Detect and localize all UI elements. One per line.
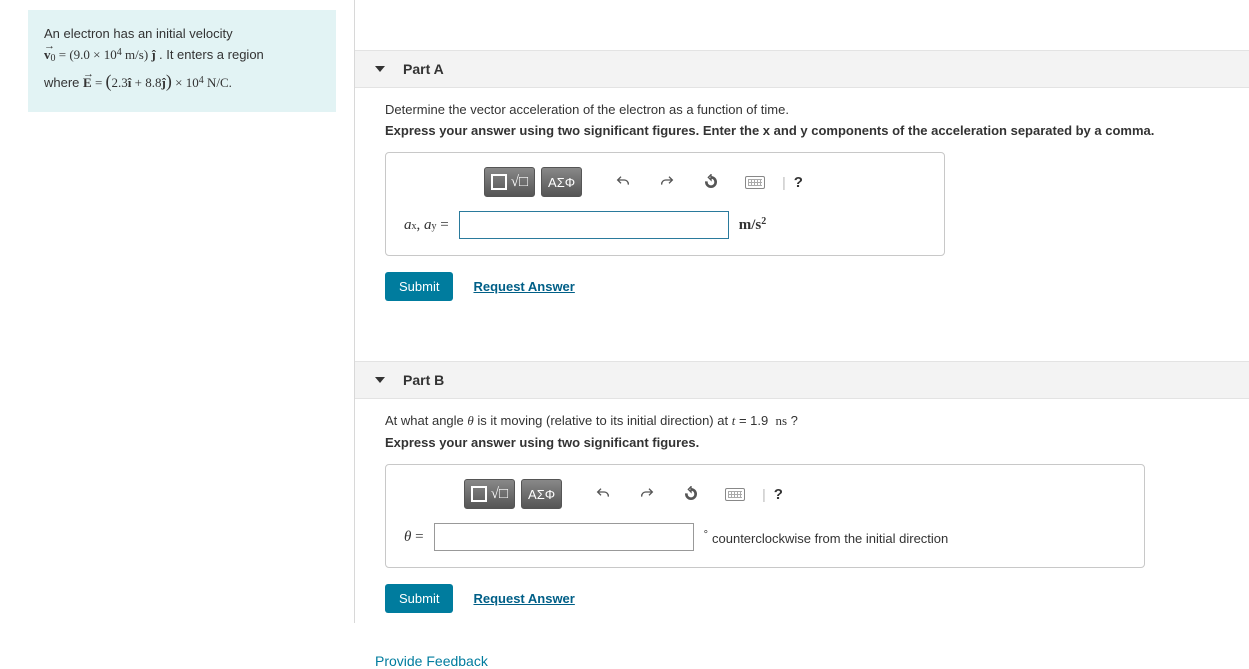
part-a-header[interactable]: Part A — [355, 50, 1249, 88]
part-b-body: At what angle θ is it moving (relative t… — [355, 399, 1249, 623]
keyboard-button[interactable] — [736, 168, 774, 196]
caret-down-icon — [375, 377, 385, 383]
part-b-eq-label: θ = — [404, 529, 424, 546]
part-a-eq-label: ax, ay = — [404, 217, 449, 234]
toolbar-separator: | — [760, 486, 768, 502]
part-b-instruction: Express your answer using two significan… — [385, 435, 1219, 450]
problem-line1: An electron has an initial velocity — [44, 26, 233, 41]
part-a-submit-button[interactable]: Submit — [385, 272, 453, 301]
keyboard-button[interactable] — [716, 480, 754, 508]
part-a-unit: m/s2 — [739, 216, 767, 234]
greek-button[interactable]: ΑΣΦ — [521, 479, 562, 509]
keyboard-icon — [745, 176, 765, 189]
greek-button[interactable]: ΑΣΦ — [541, 167, 582, 197]
reset-button[interactable] — [692, 168, 730, 196]
part-a-request-answer-link[interactable]: Request Answer — [473, 279, 574, 294]
redo-button[interactable] — [648, 168, 686, 196]
part-b-unit: °counterclockwise from the initial direc… — [704, 529, 949, 546]
reset-button[interactable] — [672, 480, 710, 508]
part-a-title: Part A — [403, 61, 444, 77]
part-b-title: Part B — [403, 372, 444, 388]
redo-button[interactable] — [628, 480, 666, 508]
toolbar-separator: | — [780, 174, 788, 190]
part-b-toolbar: √□ ΑΣΦ | ? — [404, 479, 1126, 509]
undo-button[interactable] — [584, 480, 622, 508]
part-b-request-answer-link[interactable]: Request Answer — [473, 591, 574, 606]
undo-icon — [615, 174, 631, 190]
toolbar-help-button[interactable]: ? — [774, 486, 783, 503]
templates-button[interactable]: √□ — [484, 167, 535, 197]
part-b-answer-input[interactable] — [434, 523, 694, 551]
part-b-header[interactable]: Part B — [355, 361, 1249, 399]
part-a-instruction: Express your answer using two significan… — [385, 123, 1219, 138]
part-a-toolbar: √□ ΑΣΦ | ? — [404, 167, 926, 197]
undo-icon — [595, 486, 611, 502]
part-b-prompt: At what angle θ is it moving (relative t… — [385, 413, 1219, 429]
part-b-answer-box: √□ ΑΣΦ | ? θ = — [385, 464, 1145, 568]
templates-button[interactable]: √□ — [464, 479, 515, 509]
toolbar-help-button[interactable]: ? — [794, 174, 803, 191]
reset-icon — [703, 174, 719, 190]
provide-feedback-link[interactable]: Provide Feedback — [355, 623, 1249, 669]
redo-icon — [659, 174, 675, 190]
caret-down-icon — [375, 66, 385, 72]
keyboard-icon — [725, 488, 745, 501]
part-a-body: Determine the vector acceleration of the… — [355, 88, 1249, 311]
part-a-answer-box: √□ ΑΣΦ | ? ax, — [385, 152, 945, 256]
problem-statement: An electron has an initial velocity v→0 … — [28, 10, 336, 112]
part-b-submit-button[interactable]: Submit — [385, 584, 453, 613]
part-a-prompt: Determine the vector acceleration of the… — [385, 102, 1219, 117]
reset-icon — [683, 486, 699, 502]
part-a-answer-input[interactable] — [459, 211, 729, 239]
redo-icon — [639, 486, 655, 502]
undo-button[interactable] — [604, 168, 642, 196]
